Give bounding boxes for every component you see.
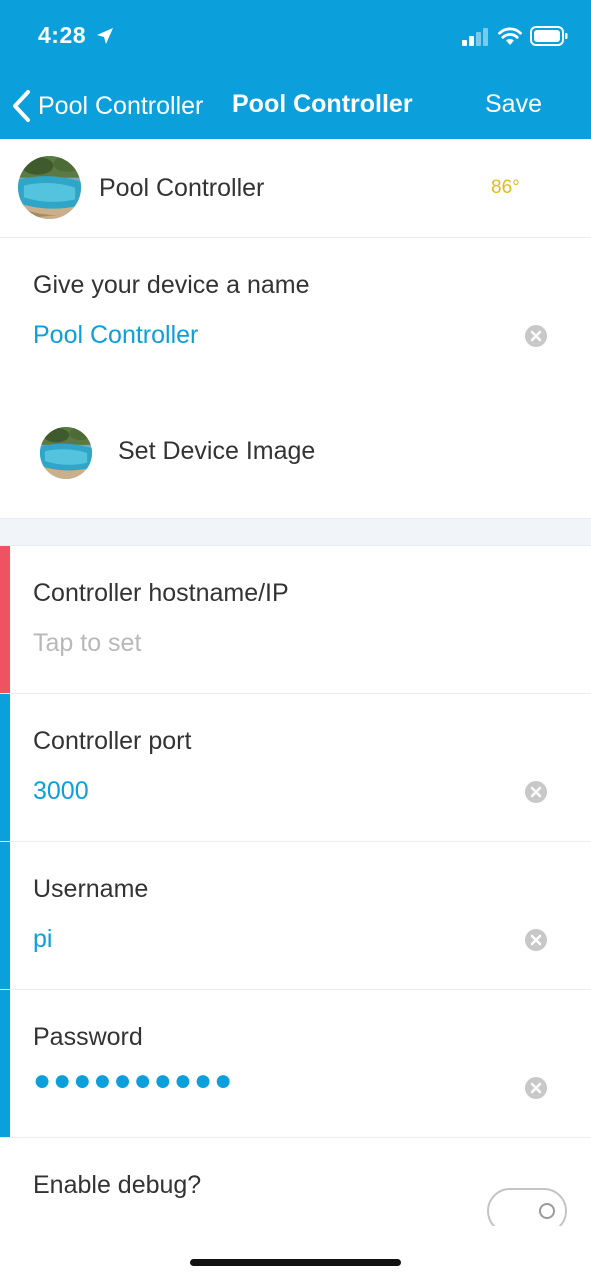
battery-icon	[530, 26, 568, 46]
valid-indicator-stripe	[0, 990, 10, 1137]
toggle-off-icon	[539, 1203, 555, 1219]
password-label: Password	[33, 1023, 143, 1051]
clear-icon[interactable]	[524, 324, 548, 348]
temperature-reading: 86°	[491, 177, 520, 198]
hostname-label: Controller hostname/IP	[33, 579, 289, 607]
home-indicator[interactable]	[190, 1259, 401, 1266]
username-label: Username	[33, 875, 149, 903]
enable-debug-toggle[interactable]	[487, 1188, 567, 1226]
username-field[interactable]: Username pi	[0, 842, 591, 990]
device-summary-row: Pool Controller 86°	[0, 139, 591, 238]
valid-indicator-stripe	[0, 842, 10, 989]
device-avatar	[18, 156, 81, 219]
valid-indicator-stripe	[0, 694, 10, 841]
clear-icon[interactable]	[524, 1076, 548, 1100]
device-image-thumbnail	[40, 427, 92, 479]
location-arrow-icon	[97, 28, 113, 44]
password-field[interactable]: Password ●●●●●●●●●●	[0, 990, 591, 1138]
enable-debug-label: Enable debug?	[33, 1171, 202, 1199]
device-name-input[interactable]: Pool Controller	[33, 321, 198, 350]
port-label: Controller port	[33, 727, 192, 755]
status-bar: 4:28	[0, 0, 591, 70]
hostname-field[interactable]: Controller hostname/IP Tap to set	[0, 546, 591, 694]
device-name-label: Give your device a name	[33, 271, 310, 299]
device-name: Pool Controller	[99, 174, 265, 202]
clear-icon[interactable]	[524, 928, 548, 952]
page-title: Pool Controller	[232, 90, 413, 118]
wifi-icon	[498, 27, 522, 45]
section-separator	[0, 518, 591, 546]
chevron-left-icon	[13, 90, 30, 122]
save-button[interactable]: Save	[485, 90, 542, 119]
back-button[interactable]: Pool Controller	[10, 86, 203, 126]
required-indicator-stripe	[0, 546, 10, 693]
password-input[interactable]: ●●●●●●●●●●	[33, 1064, 234, 1098]
port-field[interactable]: Controller port 3000	[0, 694, 591, 842]
set-device-image-button[interactable]: Set Device Image	[0, 385, 591, 518]
clear-icon[interactable]	[524, 780, 548, 804]
navigation-bar: Pool Controller Pool Controller Save	[0, 80, 591, 130]
app-header: 4:28 Pool Controller Pool Controller Sav…	[0, 0, 591, 139]
device-name-field[interactable]: Give your device a name Pool Controller	[0, 238, 591, 386]
username-input[interactable]: pi	[33, 925, 52, 954]
status-time: 4:28	[38, 22, 87, 48]
enable-debug-row: Enable debug?	[0, 1138, 591, 1226]
hostname-input[interactable]: Tap to set	[33, 629, 141, 658]
signal-icon	[462, 28, 488, 46]
port-input[interactable]: 3000	[33, 777, 89, 806]
set-device-image-label: Set Device Image	[118, 437, 316, 465]
back-button-label: Pool Controller	[38, 91, 204, 120]
